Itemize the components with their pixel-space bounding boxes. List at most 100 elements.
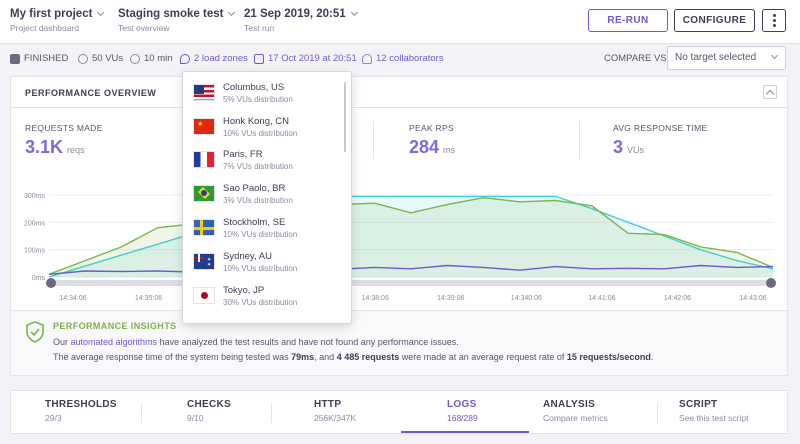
collapse-button[interactable] [763,85,777,99]
x-tick-label: 14:39:06 [437,295,464,302]
more-menu-button[interactable] [762,9,786,32]
insights-title: PERFORMANCE INSIGHTS [53,321,177,331]
top-bar: My first project Project dashboard Stagi… [0,0,800,44]
x-tick-label: 14:42:06 [664,295,691,302]
x-tick-label: 14:34:06 [59,295,86,302]
divider [11,107,787,108]
x-tick-label: 14:41:06 [588,295,615,302]
au-flag-icon: ✦ ✦ [193,253,215,270]
breadcrumb-test[interactable]: Staging smoke test Test overview [118,8,236,33]
load-zones-link[interactable]: 2 load zones [180,53,248,64]
y-tick-label: 300ms [24,193,46,200]
tab-label: CHECKS [187,399,232,410]
text: Our [53,337,71,347]
load-zone-item[interactable]: Tokyo, JP 30% VUs distribution [193,285,297,315]
compare-select[interactable]: No target selected [667,46,786,70]
tab-thresholds[interactable]: THRESHOLDS 29/3 [45,391,145,433]
tab-sub: 256K/347K [314,413,357,423]
fr-flag-icon [193,151,215,168]
zone-name: Paris, FR [223,149,263,160]
clock-icon [130,53,140,64]
zone-name: Stockholm, SE [223,217,286,228]
load-zone-item[interactable]: Sao Paolo, BR 3% VUs distribution [193,183,293,213]
algorithms-link[interactable]: automated algorithms [71,337,158,347]
metric-label: REQUESTS MADE [25,123,103,133]
tab-sub: 29/3 [45,413,62,423]
status-vus: 50 VUs [78,53,123,64]
tab-label: HTTP [314,399,342,410]
tab-logs[interactable]: LOGS 168/289 [401,391,529,433]
collaborators-icon [362,53,372,64]
timeline-handle-left [46,278,56,288]
dot-icon [772,19,776,22]
us-flag-icon [193,84,215,101]
performance-chart: 300ms200ms100ms0ms14:34:0614:35:0614:36:… [24,193,776,302]
calendar-icon [10,53,20,64]
collaborators-link[interactable]: 12 collaborators [362,53,444,64]
configure-button[interactable]: CONFIGURE [674,9,755,32]
load-zone-item[interactable]: Paris, FR 7% VUs distribution [193,149,293,179]
x-tick-label: 14:43:06 [739,295,766,302]
dropdown-scrollbar[interactable] [344,82,346,152]
tab-http[interactable]: HTTP 256K/347K [314,391,414,433]
load-zone-item[interactable]: Columbus, US 5% VUs distribution [193,82,293,112]
tab-label: SCRIPT [679,399,718,410]
zone-dist: 30% VUs distribution [223,298,298,307]
insights-line-2: The average response time of the system … [53,352,653,362]
rate-value: 15 requests/second [566,352,651,362]
status-duration: 10 min [130,53,173,64]
metric-value: 284 [409,137,440,157]
divider [373,121,374,159]
load-zone-item[interactable]: Stockholm, SE 10% VUs distribution [193,217,297,247]
y-tick-label: 200ms [24,220,46,227]
timeline-handle-right [766,278,776,288]
tab-label: LOGS [447,399,477,410]
text: The average response time of the system … [53,352,292,362]
requests-value: 4 485 requests [336,352,400,362]
results-tabs: THRESHOLDS 29/3 CHECKS 9/10 HTTP 256K/347K … [10,390,788,434]
chevron-down-icon [770,51,779,60]
status-date: 17 Oct 2019 at 20:51 [254,53,357,64]
metric-avg-response-value: 3 VUs [613,137,644,158]
zone-name: Tokyo, JP [223,285,265,296]
collaborators-text: 12 collaborators [376,53,444,64]
breadcrumb-run[interactable]: 21 Sep 2019, 20:51 Test run [244,8,358,33]
metric-unit: reqs [67,145,85,155]
load-zones-dropdown: Columbus, US 5% VUs distribution ★ Honk K… [182,71,352,324]
tab-script[interactable]: SCRIPT See this test script [679,391,789,433]
x-tick-label: 14:340:06 [511,295,542,302]
metric-unit: ms [443,145,456,155]
chevron-down-icon [228,8,236,17]
zone-name: Sao Paolo, BR [223,183,286,194]
zone-dist: 3% VUs distribution [223,196,293,205]
shield-check-icon [26,321,44,343]
duration-text: 10 min [144,53,173,64]
divider [579,121,580,159]
y-tick-label: 100ms [24,248,46,255]
tab-checks[interactable]: CHECKS 9/10 [187,391,287,433]
chevron-down-icon [97,8,105,17]
status-finished: FINISHED [10,53,68,64]
tab-sub: See this test script [679,413,749,423]
tab-sub: 168/289 [447,413,478,423]
calendar-icon [254,53,264,64]
text: have analyzed the test results and have … [157,337,459,347]
run-subtitle: Test run [244,23,275,33]
run-title: 21 Sep 2019, 20:51 [244,8,346,20]
rerun-button[interactable]: RE-RUN [588,9,668,32]
metric-requests-value: 3.1K reqs [25,137,85,158]
compare-value: No target selected [675,52,757,63]
dot-icon [772,14,776,17]
load-zone-item[interactable]: ★ Honk Kong, CN 10% VUs distribution [193,116,297,146]
zone-dist: 10% VUs distribution [223,230,298,239]
x-tick-label: 14:38:06 [362,295,389,302]
vus-text: 50 VUs [92,53,124,64]
test-subtitle: Test overview [118,23,170,33]
compare-label: COMPARE VS: [604,53,670,64]
avg-response-value: 79ms [291,352,315,362]
load-zone-item[interactable]: ✦ ✦ Sydney, AU 10% VUs distribution [193,251,297,281]
breadcrumb-project[interactable]: My first project Project dashboard [10,8,105,33]
project-subtitle: Project dashboard [10,23,79,33]
tab-label: ANALYSIS [543,399,596,410]
tab-analysis[interactable]: ANALYSIS Compare metrics [543,391,653,433]
